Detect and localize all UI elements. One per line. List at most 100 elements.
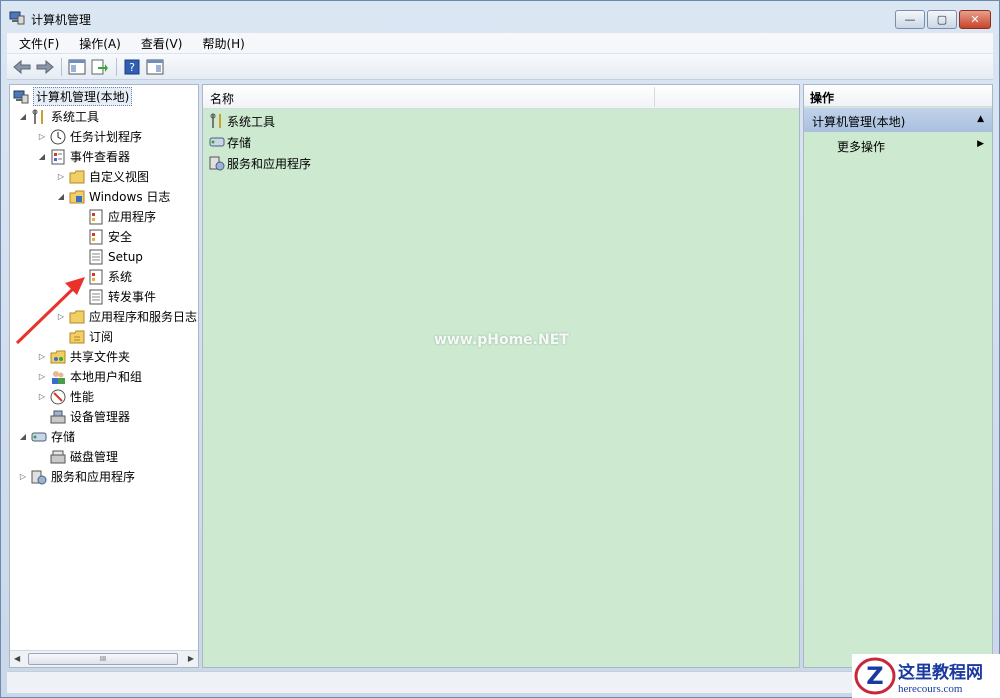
tree-item-label: 安全 — [108, 230, 133, 244]
tree-item-root[interactable]: 计算机管理(本地) — [13, 87, 133, 106]
close-button[interactable]: ✕ — [959, 10, 991, 29]
performance-icon — [50, 389, 66, 405]
services-icon — [209, 155, 225, 171]
expanded-arrow-icon[interactable]: ◢ — [18, 432, 28, 441]
forward-button[interactable] — [34, 57, 56, 77]
action-group-computer-management[interactable]: 计算机管理(本地) ▲ — [804, 108, 992, 132]
windows-folder-icon — [69, 189, 85, 205]
title-bar[interactable]: 计算机管理 — ▢ ✕ — [1, 1, 999, 33]
collapsed-arrow-icon[interactable]: ▷ — [37, 392, 47, 401]
tree-item-label: 系统 — [108, 270, 133, 284]
tree-item-shared-folders[interactable]: ▷ 共享文件夹 — [37, 347, 130, 366]
tree-item-device-manager[interactable]: 设备管理器 — [50, 407, 130, 426]
list-header: 名称 — [203, 85, 799, 109]
tree-item-label: 存储 — [51, 430, 76, 444]
menu-action[interactable]: 操作(A) — [67, 35, 129, 52]
show-hide-tree-icon — [68, 59, 86, 74]
svg-text:Z: Z — [866, 662, 883, 690]
expanded-arrow-icon[interactable]: ◢ — [56, 192, 66, 201]
storage-icon — [31, 429, 47, 445]
logo-chinese-text: 这里教程网 — [898, 662, 983, 683]
expanded-arrow-icon[interactable]: ◢ — [18, 112, 28, 121]
back-button[interactable] — [11, 57, 33, 77]
watermark: www.pHome.NET — [434, 332, 569, 348]
menu-file[interactable]: 文件(F) — [7, 35, 67, 52]
tree-item-label: 磁盘管理 — [70, 450, 119, 464]
tree-item-label: 系统工具 — [51, 110, 100, 124]
scroll-right-icon[interactable]: ▶ — [188, 654, 194, 663]
collapsed-arrow-icon[interactable]: ▷ — [56, 172, 66, 181]
tree-item-setup-log[interactable]: Setup — [88, 247, 143, 266]
tree-item-label: 应用程序 — [108, 210, 157, 224]
tree-item-label: 转发事件 — [108, 290, 157, 304]
maximize-button[interactable]: ▢ — [927, 10, 957, 29]
export-list-button[interactable] — [89, 57, 111, 77]
tree-item-task-scheduler[interactable]: ▷ 任务计划程序 — [37, 127, 142, 146]
log-icon — [88, 269, 104, 285]
list-item-label: 存储 — [227, 135, 252, 150]
collapsed-arrow-icon[interactable]: ▷ — [37, 372, 47, 381]
tree-item-label: Setup — [108, 249, 143, 264]
collapse-up-icon[interactable]: ▲ — [977, 114, 984, 124]
tree-item-label: 计算机管理(本地) — [33, 87, 133, 106]
collapsed-arrow-icon[interactable]: ▷ — [18, 472, 28, 481]
tree-item-application-log[interactable]: 应用程序 — [88, 207, 156, 226]
shared-folder-icon — [50, 349, 66, 365]
toolbar: ? — [7, 54, 993, 80]
tree-item-custom-views[interactable]: ▷ 自定义视图 — [56, 167, 149, 186]
services-icon — [31, 469, 47, 485]
help-button[interactable]: ? — [121, 57, 143, 77]
show-hide-action-pane-button[interactable] — [144, 57, 166, 77]
tree-item-performance[interactable]: ▷ 性能 — [37, 387, 94, 406]
computer-management-window: 计算机管理 — ▢ ✕ 文件(F) 操作(A) 查看(V) 帮助(H) ? 计算… — [0, 0, 1000, 698]
show-hide-action-pane-icon — [146, 59, 164, 74]
tree-item-label: 设备管理器 — [70, 410, 131, 424]
console-tree[interactable]: 计算机管理(本地) ◢ 系统工具 ▷ 任务计划程序 ◢ 事件查看器 ▷ 自定义视… — [9, 84, 199, 668]
storage-icon — [209, 134, 225, 150]
collapsed-arrow-icon[interactable]: ▷ — [56, 312, 66, 321]
tree-item-label: 共享文件夹 — [70, 350, 131, 364]
tree-item-local-users-groups[interactable]: ▷ 本地用户和组 — [37, 367, 142, 386]
collapsed-arrow-icon[interactable]: ▷ — [37, 132, 47, 141]
tree-item-event-viewer[interactable]: ◢ 事件查看器 — [37, 147, 130, 166]
computer-management-icon — [9, 11, 25, 25]
tree-horizontal-scrollbar[interactable]: ◀ III ▶ — [10, 650, 198, 667]
tree-item-windows-logs[interactable]: ◢ Windows 日志 — [56, 187, 170, 206]
collapsed-arrow-icon[interactable]: ▷ — [37, 352, 47, 361]
menu-help[interactable]: 帮助(H) — [190, 35, 252, 52]
list-item-system-tools[interactable]: 系统工具 — [209, 111, 275, 131]
list-item-storage[interactable]: 存储 — [209, 132, 251, 152]
tools-icon — [31, 109, 47, 125]
result-list[interactable]: 名称 系统工具 存储 服务和应用程序 www.pHome.NET — [202, 84, 800, 668]
column-divider[interactable] — [654, 87, 655, 107]
list-item-services-applications[interactable]: 服务和应用程序 — [209, 153, 311, 173]
log-icon — [88, 229, 104, 245]
scroll-left-icon[interactable]: ◀ — [14, 654, 20, 663]
menu-bar: 文件(F) 操作(A) 查看(V) 帮助(H) — [7, 33, 993, 53]
minimize-button[interactable]: — — [895, 10, 925, 29]
scroll-thumb[interactable]: III — [28, 653, 178, 665]
forward-icon — [36, 59, 54, 74]
site-logo: Z 这里教程网 herecours.com — [852, 654, 1000, 698]
tree-item-forwarded-events[interactable]: 转发事件 — [88, 287, 156, 306]
expanded-arrow-icon[interactable]: ◢ — [37, 152, 47, 161]
action-more-actions[interactable]: 更多操作 ▶ — [804, 134, 992, 156]
back-icon — [13, 59, 31, 74]
tree-item-subscriptions[interactable]: 订阅 — [69, 327, 113, 346]
action-group-label: 计算机管理(本地) — [812, 115, 906, 129]
tree-item-system-log[interactable]: 系统 — [88, 267, 132, 286]
tree-item-label: 本地用户和组 — [70, 370, 143, 384]
tree-item-disk-management[interactable]: 磁盘管理 — [50, 447, 118, 466]
tree-item-security-log[interactable]: 安全 — [88, 227, 132, 246]
tree-item-storage[interactable]: ◢ 存储 — [18, 427, 75, 446]
clock-icon — [50, 129, 66, 145]
column-header-name[interactable]: 名称 — [210, 90, 234, 107]
tree-item-services-applications[interactable]: ▷ 服务和应用程序 — [18, 467, 135, 486]
log-icon — [88, 209, 104, 225]
tree-item-label: 应用程序和服务日志 — [89, 310, 198, 324]
menu-view[interactable]: 查看(V) — [129, 35, 191, 52]
tree-item-system-tools[interactable]: ◢ 系统工具 — [18, 107, 99, 126]
show-hide-tree-button[interactable] — [66, 57, 88, 77]
tree-item-app-service-logs[interactable]: ▷ 应用程序和服务日志 — [56, 307, 197, 326]
status-bar — [7, 671, 993, 693]
